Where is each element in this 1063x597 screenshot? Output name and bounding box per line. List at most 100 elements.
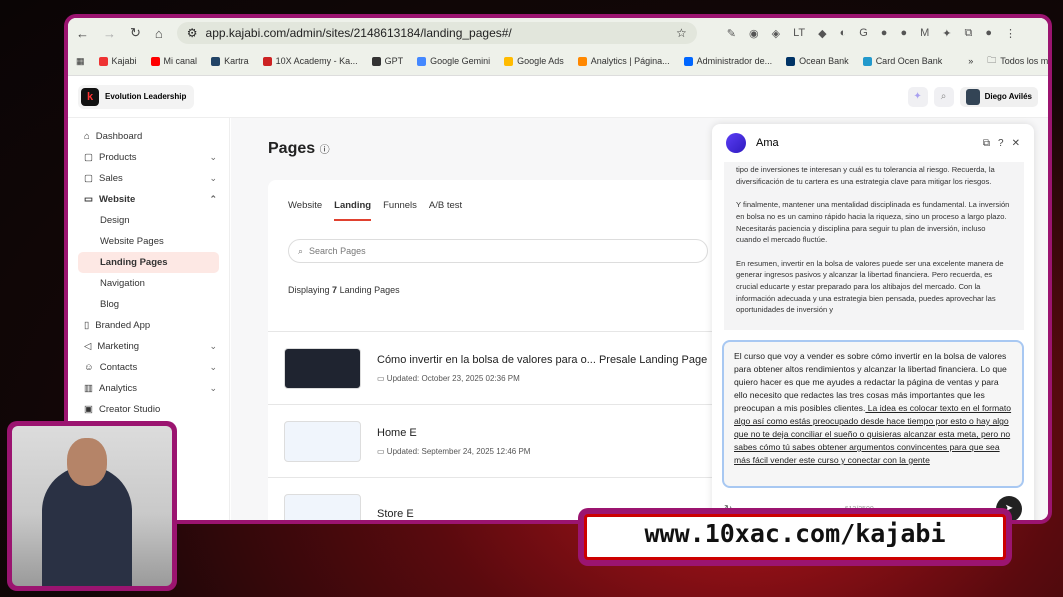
list-item[interactable]: Cómo invertir en la bolsa de valores par… xyxy=(268,331,728,404)
extension-icon[interactable]: ◐ xyxy=(840,27,847,40)
chevron-icon: ⌄ xyxy=(209,152,217,162)
chevron-icon: ⌄ xyxy=(209,383,217,393)
site-switcher[interactable]: k Evolution Leadership xyxy=(78,84,195,109)
sidebar-item-blog[interactable]: Blog xyxy=(68,294,229,315)
sidebar-item-landing-pages[interactable]: Landing Pages xyxy=(78,252,219,273)
sidebar-item-website[interactable]: ▭ Website ⌃ xyxy=(68,189,229,210)
help-icon[interactable]: ? xyxy=(998,138,1004,149)
profile-avatar[interactable]: ● xyxy=(985,27,992,40)
extension-icon[interactable]: ◈ xyxy=(772,27,780,40)
sidebar-item-website-pages[interactable]: Website Pages xyxy=(68,231,229,252)
user-menu[interactable]: Diego Avilés xyxy=(959,86,1038,107)
address-bar[interactable]: ⚙ app.kajabi.com/admin/sites/2148613184/l… xyxy=(176,22,697,44)
sidebar-item-label: Blog xyxy=(100,299,120,310)
user-name: Diego Avilés xyxy=(984,92,1032,101)
tab-website[interactable]: Website xyxy=(288,200,322,221)
reload-icon[interactable]: ↻ xyxy=(130,25,141,41)
sidebar-item-branded-app[interactable]: ▯ Branded App xyxy=(68,315,229,336)
chevron-icon: ⌄ xyxy=(209,173,217,183)
apps-icon[interactable]: ▦ xyxy=(76,56,85,67)
bookmark[interactable]: Analytics | Página... xyxy=(577,56,670,66)
menu-icon[interactable]: ⋮ xyxy=(1005,27,1016,40)
sidebar-item-design[interactable]: Design xyxy=(68,210,229,231)
app-header: k Evolution Leadership ✦ ⌕ Diego Avilés xyxy=(68,76,1048,118)
extension-icon[interactable]: ✦ xyxy=(942,27,951,40)
tab-landing[interactable]: Landing xyxy=(334,200,372,221)
extension-icon[interactable]: ✎ xyxy=(727,27,736,40)
extension-icon[interactable]: G xyxy=(859,27,868,40)
extension-icon[interactable]: ● xyxy=(900,27,907,40)
back-icon[interactable]: ← xyxy=(76,26,89,41)
calendar-icon: ▭ xyxy=(377,373,385,383)
sidebar-item-label: Navigation xyxy=(100,278,145,289)
more-bookmarks-button[interactable]: » xyxy=(968,56,973,66)
page-title: Pages ⓘ xyxy=(268,140,330,157)
sidebar-item-analytics[interactable]: ▥ Analytics ⌄ xyxy=(68,378,229,399)
forward-icon[interactable]: → xyxy=(103,26,116,41)
bookmark[interactable]: Google Ads xyxy=(504,56,564,66)
sidebar-item-label: Analytics xyxy=(98,383,137,394)
bookmark[interactable]: 10X Academy - Ka... xyxy=(262,56,358,66)
sidebar-item-navigation[interactable]: Navigation xyxy=(68,273,229,294)
url-banner: www.10xac.com/kajabi xyxy=(578,508,1012,566)
bookmark[interactable]: Card Ocen Bank xyxy=(862,56,942,66)
sidebar-item-dashboard[interactable]: ⌂ Dashboard xyxy=(68,126,229,147)
nav-icon: ▭ xyxy=(84,194,93,205)
sidebar-item-label: Landing Pages xyxy=(100,257,168,268)
browser-window: ← → ↻ ⌂ ⚙ app.kajabi.com/admin/sites/2148… xyxy=(64,14,1052,524)
bookmark[interactable]: Ocean Bank xyxy=(786,56,849,66)
bookmark[interactable]: GPT xyxy=(371,56,403,66)
nav-icon: ⌂ xyxy=(84,131,90,142)
puzzle-icon[interactable]: ⧉ xyxy=(964,27,972,40)
tab-funnels[interactable]: Funnels xyxy=(383,200,417,221)
nav-icon: ☺ xyxy=(84,362,94,373)
bookmark[interactable]: Mi canal xyxy=(150,56,197,66)
open-external-icon[interactable]: ⧉ xyxy=(983,138,990,149)
sidebar-item-contacts[interactable]: ☺ Contacts ⌄ xyxy=(68,357,229,378)
extension-icon[interactable]: M xyxy=(920,27,929,40)
ai-sparkle-button[interactable]: ✦ xyxy=(907,86,928,107)
sidebar-item-creator-studio[interactable]: ▣ Creator Studio xyxy=(68,399,229,420)
bookmark[interactable]: Google Gemini xyxy=(417,56,490,66)
sidebar-item-label: Dashboard xyxy=(95,131,143,142)
extension-icon[interactable]: ◆ xyxy=(818,27,826,40)
page-thumbnail xyxy=(284,347,361,389)
search-input[interactable]: ⌕ Search Pages xyxy=(288,239,708,263)
bookmark[interactable]: Kajabi xyxy=(98,56,137,66)
nav-icon: ▢ xyxy=(84,152,93,163)
page-thumbnail xyxy=(284,420,361,462)
sidebar-item-products[interactable]: ▢ Products ⌄ xyxy=(68,147,229,168)
ama-avatar xyxy=(726,133,746,153)
chat-input[interactable]: El curso que voy a vender es sobre cómo … xyxy=(722,340,1024,488)
sidebar-item-label: Marketing xyxy=(97,341,140,352)
extension-icon[interactable]: LT xyxy=(793,27,805,40)
extension-icon[interactable]: ● xyxy=(881,27,888,40)
displaying-count: Displaying 7 Landing Pages xyxy=(288,285,400,295)
nav-icon: ▣ xyxy=(84,404,93,415)
help-icon[interactable]: ⓘ xyxy=(320,145,330,156)
close-icon[interactable]: ✕ xyxy=(1012,138,1020,149)
sidebar-item-label: Creator Studio xyxy=(98,404,161,415)
bookmark-star-icon[interactable]: ☆ xyxy=(676,26,687,40)
sidebar-item-sales[interactable]: ▢ Sales ⌄ xyxy=(68,168,229,189)
sidebar-item-label: Website xyxy=(98,194,136,205)
all-bookmarks-folder[interactable]: 🗀Todos los marcadores xyxy=(987,53,1048,69)
sidebar-item-marketing[interactable]: ◁ Marketing ⌄ xyxy=(68,336,229,357)
bookmark[interactable]: Administrador de... xyxy=(683,56,772,66)
search-button[interactable]: ⌕ xyxy=(933,86,954,107)
page-title-link: Home E xyxy=(377,426,417,439)
chat-message: tipo de inversiones te interesan y cuál … xyxy=(736,165,995,186)
extension-icon[interactable]: ◉ xyxy=(749,27,759,40)
nav-icon: ◁ xyxy=(84,341,92,352)
nav-icon: ▯ xyxy=(84,320,90,331)
browser-chrome: ← → ↻ ⌂ ⚙ app.kajabi.com/admin/sites/2148… xyxy=(68,18,1048,76)
bookmark[interactable]: Kartra xyxy=(211,56,249,66)
list-item[interactable]: Home E ▭ Updated: September 24, 2025 12:4… xyxy=(268,404,728,477)
kajabi-logo: k xyxy=(81,87,99,106)
brand-name: Evolution Leadership xyxy=(105,92,187,101)
site-info-icon[interactable]: ⚙ xyxy=(187,26,198,40)
sidebar-item-label: Products xyxy=(98,152,137,163)
chevron-icon: ⌃ xyxy=(209,194,217,204)
home-icon[interactable]: ⌂ xyxy=(155,26,163,41)
tab-ab-test[interactable]: A/B test xyxy=(429,200,462,221)
